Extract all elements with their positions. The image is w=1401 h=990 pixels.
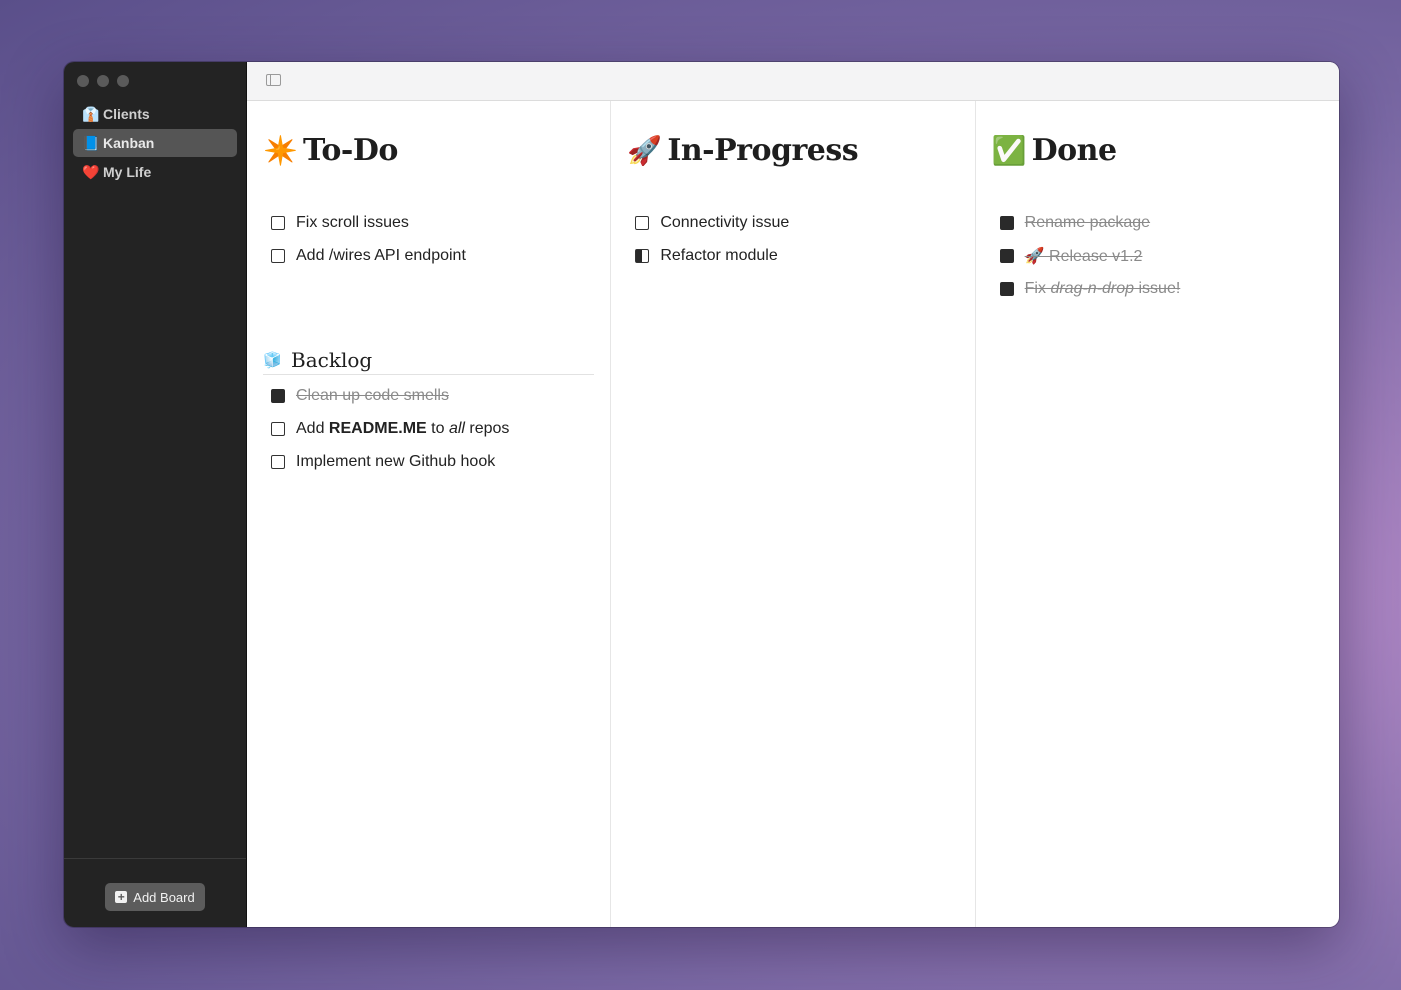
sidebar-item-clients[interactable]: 👔 Clients xyxy=(73,100,237,128)
book-icon: 📘 xyxy=(82,135,100,151)
task-item[interactable]: 🚀 Release v1.2 xyxy=(992,239,1323,272)
checkbox[interactable] xyxy=(271,388,285,403)
task-text-bold: README.ME xyxy=(328,419,427,437)
check-mark-icon: ✅ xyxy=(991,133,1027,167)
window-controls xyxy=(77,75,129,87)
heart-icon: ❤️ xyxy=(82,164,100,180)
task-text-part: Add xyxy=(296,419,329,437)
task-text-part: issue! xyxy=(1134,279,1181,297)
task-item[interactable]: Implement new Github hook xyxy=(263,445,594,478)
minimize-button[interactable] xyxy=(97,75,109,87)
section-title-text: Backlog xyxy=(291,348,373,372)
task-text-part: to xyxy=(426,419,449,437)
checkbox[interactable] xyxy=(635,215,650,230)
sidebar-item-kanban[interactable]: 📘 Kanban xyxy=(73,129,237,157)
task-list: Clean up code smells Add README.ME to al… xyxy=(263,379,594,478)
checkbox[interactable] xyxy=(271,215,285,230)
column-title-text: Done xyxy=(1031,132,1117,168)
rocket-icon: 🚀 xyxy=(627,133,662,167)
section-title: 🧊 Backlog xyxy=(263,348,595,375)
checkbox-partial[interactable] xyxy=(635,248,650,263)
sidebar-footer: + Add Board xyxy=(64,858,246,927)
checkbox[interactable] xyxy=(271,454,285,469)
kanban-columns: ✴️ To-Do Fix scroll issues Add /wires AP… xyxy=(247,101,1339,927)
sidebar-toggle-icon[interactable] xyxy=(266,74,281,86)
toolbar xyxy=(247,62,1339,101)
task-text: Fix drag-n-drop issue! xyxy=(1025,280,1181,298)
plus-icon: + xyxy=(115,891,128,903)
zoom-button[interactable] xyxy=(117,75,129,87)
checkbox[interactable] xyxy=(999,281,1014,296)
checkbox[interactable] xyxy=(271,248,285,263)
task-list: Rename package 🚀 Release v1.2 Fix drag-n… xyxy=(992,206,1323,305)
task-item[interactable]: Connectivity issue xyxy=(627,206,958,239)
task-item[interactable]: Clean up code smells xyxy=(263,379,594,412)
task-item[interactable]: Fix scroll issues xyxy=(263,206,594,239)
sidebar-item-label: My Life xyxy=(103,164,152,180)
app-window: 👔 Clients 📘 Kanban ❤️ My Life + Add Boar… xyxy=(64,62,1339,927)
task-text: 🚀 Release v1.2 xyxy=(1024,247,1143,265)
add-board-button[interactable]: + Add Board xyxy=(105,883,205,911)
column-title: ✅ Done xyxy=(992,131,1323,169)
task-text: Connectivity issue xyxy=(660,213,790,231)
ice-cube-icon: 🧊 xyxy=(263,351,282,369)
close-button[interactable] xyxy=(77,75,89,87)
sidebar-item-label: Clients xyxy=(103,106,150,122)
checkbox[interactable] xyxy=(271,421,285,436)
task-item[interactable]: Refactor module xyxy=(627,239,958,272)
task-text: Add /wires API endpoint xyxy=(296,246,466,264)
task-list: Connectivity issue Refactor module xyxy=(627,206,958,272)
task-text: Fix scroll issues xyxy=(296,213,409,231)
column-todo: ✴️ To-Do Fix scroll issues Add /wires AP… xyxy=(247,101,612,927)
task-item[interactable]: Rename package xyxy=(992,206,1323,239)
add-board-label: Add Board xyxy=(133,889,195,905)
task-text: Refactor module xyxy=(660,246,778,264)
task-text-italic: drag-n-drop xyxy=(1050,279,1135,297)
task-item[interactable]: Fix drag-n-drop issue! xyxy=(992,272,1323,305)
checkbox[interactable] xyxy=(999,215,1014,230)
column-done: ✅ Done Rename package 🚀 Release v1.2 Fix xyxy=(976,101,1339,927)
column-title: 🚀 In-Progress xyxy=(627,131,958,169)
sidebar-item-my-life[interactable]: ❤️ My Life xyxy=(73,158,237,186)
column-in-progress: 🚀 In-Progress Connectivity issue Refacto… xyxy=(611,101,976,927)
column-title-text: In-Progress xyxy=(667,132,859,168)
task-text: Add README.ME to all repos xyxy=(296,420,509,438)
eight-pointed-star-icon: ✴️ xyxy=(263,133,298,167)
task-text-part: repos xyxy=(464,419,510,437)
task-text-italic: all xyxy=(448,419,465,437)
column-title: ✴️ To-Do xyxy=(263,131,594,169)
board-view: ✴️ To-Do Fix scroll issues Add /wires AP… xyxy=(247,62,1339,927)
checkbox[interactable] xyxy=(999,248,1014,263)
task-text-part: Fix xyxy=(1024,279,1051,297)
sidebar: 👔 Clients 📘 Kanban ❤️ My Life + Add Boar… xyxy=(64,62,247,927)
sidebar-item-label: Kanban xyxy=(103,135,155,151)
task-item[interactable]: Add /wires API endpoint xyxy=(263,239,594,272)
task-text: Clean up code smells xyxy=(296,386,449,404)
task-text: Rename package xyxy=(1024,213,1151,231)
necktie-icon: 👔 xyxy=(82,106,100,122)
task-item[interactable]: Add README.ME to all repos xyxy=(263,412,594,445)
task-text: Implement new Github hook xyxy=(296,452,496,470)
board-list: 👔 Clients 📘 Kanban ❤️ My Life xyxy=(73,100,237,187)
task-list: Fix scroll issues Add /wires API endpoin… xyxy=(263,206,594,272)
column-title-text: To-Do xyxy=(303,132,398,168)
